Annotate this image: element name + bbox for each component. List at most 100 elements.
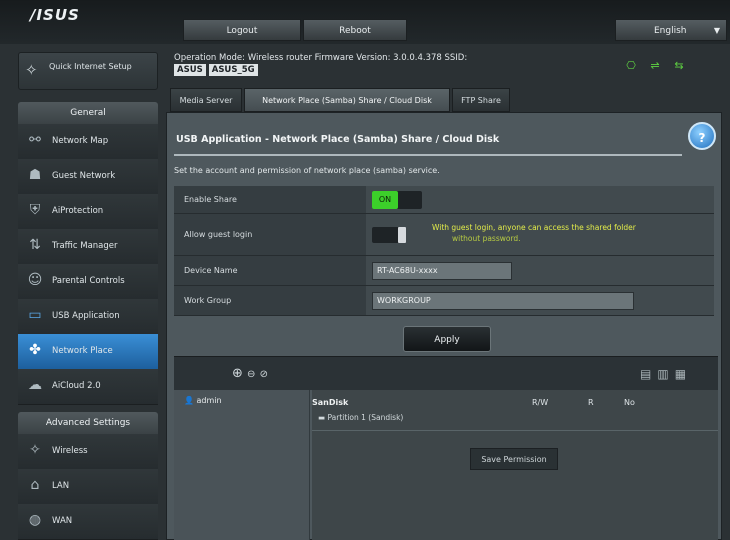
enable-share-row: Enable Share ON xyxy=(174,186,714,214)
quick-internet-setup-button[interactable]: ✧ Quick Internet Setup xyxy=(18,52,158,90)
parental-controls-icon: ☺ xyxy=(27,272,43,288)
sidebar-item-label: Guest Network xyxy=(52,171,116,181)
folder-name[interactable]: SanDisk xyxy=(312,398,348,407)
sidebar-item-label: AiProtection xyxy=(52,206,104,216)
usb-status-icon[interactable]: ⇌ xyxy=(646,60,664,72)
account-name: admin xyxy=(196,396,222,405)
folder-tools: ▤▥▦ xyxy=(640,367,692,381)
network-place-icon: ✤ xyxy=(29,342,41,358)
guest-login-row: Allow guest login With guest login, anyo… xyxy=(174,214,714,256)
guest-login-warning: With guest login, anyone can access the … xyxy=(432,222,652,244)
panel-title: USB Application - Network Place (Samba) … xyxy=(176,134,500,145)
wan-status-icon[interactable]: ⇆ xyxy=(670,60,688,72)
sidebar-item-guest-network[interactable]: ☗ Guest Network xyxy=(18,159,158,195)
permission-rw[interactable]: R/W xyxy=(532,398,548,407)
work-group-label: Work Group xyxy=(174,286,366,316)
account-list xyxy=(174,390,310,540)
edit-account-icon[interactable]: ⊘ xyxy=(260,369,268,380)
account-tools: ⊕ ⊖ ⊘ xyxy=(232,366,268,381)
sidebar-item-label: Parental Controls xyxy=(52,276,125,286)
sidebar-item-network-place[interactable]: ✤ Network Place xyxy=(18,334,158,370)
settings-form: Enable Share ON Allow guest login With g… xyxy=(174,186,714,316)
ssid-2[interactable]: ASUS_5G xyxy=(208,64,258,76)
help-icon[interactable]: ? xyxy=(688,122,716,150)
language-label: English xyxy=(654,26,687,36)
toggle-knob xyxy=(398,227,406,243)
sidebar-item-wan[interactable]: ◍ WAN xyxy=(18,504,158,540)
sidebar-item-traffic-manager[interactable]: ⇅ Traffic Manager xyxy=(18,229,158,265)
aiprotection-icon: ⛨ xyxy=(29,202,41,218)
wireless-icon: ✧ xyxy=(29,442,41,458)
remove-account-icon[interactable]: ⊖ xyxy=(247,369,255,380)
device-name-label: Device Name xyxy=(174,256,366,286)
operation-mode-info: Operation Mode: Wireless router Firmware… xyxy=(174,52,554,76)
sidebar-item-usb-application[interactable]: ▭ USB Application xyxy=(18,299,158,335)
sidebar-item-label: Wireless xyxy=(52,446,88,456)
panel-description: Set the account and permission of networ… xyxy=(174,166,440,175)
tab-ftp-share[interactable]: FTP Share xyxy=(452,88,510,112)
enable-share-label: Enable Share xyxy=(174,186,366,214)
language-select[interactable]: English ▼ xyxy=(615,19,727,41)
permission-no[interactable]: No xyxy=(624,398,635,407)
sidebar-item-label: AiCloud 2.0 xyxy=(52,381,101,391)
app-icon[interactable]: ⎔ xyxy=(622,60,640,72)
sidebar-item-network-map[interactable]: ⚯ Network Map xyxy=(18,124,158,160)
sidebar-item-wireless[interactable]: ✧ Wireless xyxy=(18,434,158,470)
partition-item[interactable]: ▬ Partition 1 (Sandisk) xyxy=(318,413,403,422)
sidebar-item-lan[interactable]: ⌂ LAN xyxy=(18,469,158,505)
ssid-1[interactable]: ASUS xyxy=(174,64,206,76)
tab-network-place-share[interactable]: Network Place (Samba) Share / Cloud Disk xyxy=(244,88,450,112)
sidebar-item-label: Traffic Manager xyxy=(52,241,118,251)
user-icon: 👤 xyxy=(184,396,194,405)
traffic-manager-icon: ⇅ xyxy=(29,237,41,253)
delete-folder-icon[interactable]: ▥ xyxy=(657,367,674,381)
lan-icon: ⌂ xyxy=(30,477,40,493)
usb-application-icon: ▭ xyxy=(28,307,42,323)
asus-logo[interactable]: /ISUS xyxy=(30,6,80,24)
sidebar-item-aicloud[interactable]: ☁ AiCloud 2.0 xyxy=(18,369,158,405)
general-header: General xyxy=(18,102,158,124)
chevron-down-icon: ▼ xyxy=(713,26,720,35)
quick-setup-label: Quick Internet Setup xyxy=(49,62,132,71)
logout-button[interactable]: Logout xyxy=(183,19,301,41)
save-permission-button[interactable]: Save Permission xyxy=(470,448,558,470)
device-name-input[interactable]: RT-AC68U-xxxx xyxy=(372,262,512,280)
status-icons: ⎔ ⇌ ⇆ xyxy=(622,60,726,76)
device-name-value-cell: RT-AC68U-xxxx xyxy=(366,256,714,286)
sidebar-item-label: Network Map xyxy=(52,136,109,146)
work-group-value-cell: WORKGROUP xyxy=(366,286,714,316)
edit-folder-icon[interactable]: ▦ xyxy=(675,367,692,381)
advanced-settings-header: Advanced Settings xyxy=(18,412,158,434)
permission-r[interactable]: R xyxy=(588,398,594,407)
sidebar-item-parental-controls[interactable]: ☺ Parental Controls xyxy=(18,264,158,300)
guest-login-label: Allow guest login xyxy=(174,214,366,256)
toggle-on-label: ON xyxy=(372,191,398,209)
enable-share-toggle[interactable]: ON xyxy=(372,191,422,209)
add-folder-icon[interactable]: ▤ xyxy=(640,367,657,381)
apply-button[interactable]: Apply xyxy=(403,326,491,352)
guest-network-icon: ☗ xyxy=(28,167,42,183)
list-divider xyxy=(312,430,718,431)
enable-share-value-cell: ON xyxy=(366,186,714,214)
work-group-row: Work Group WORKGROUP xyxy=(174,286,714,316)
sidebar-item-label: Network Place xyxy=(52,346,113,356)
sidebar-item-label: USB Application xyxy=(52,311,120,321)
warning-text: With guest login, anyone can access the … xyxy=(432,223,636,232)
account-item[interactable]: 👤 admin xyxy=(184,396,222,405)
add-account-icon[interactable]: ⊕ xyxy=(232,366,243,381)
guest-login-toggle[interactable] xyxy=(372,227,406,243)
work-group-input[interactable]: WORKGROUP xyxy=(372,292,634,310)
sidebar-item-label: LAN xyxy=(52,481,70,491)
reboot-button[interactable]: Reboot xyxy=(303,19,407,41)
sidebar-item-label: WAN xyxy=(52,516,73,526)
tab-media-server[interactable]: Media Server xyxy=(170,88,242,112)
network-map-icon: ⚯ xyxy=(29,132,41,148)
sidebar-item-aiprotection[interactable]: ⛨ AiProtection xyxy=(18,194,158,230)
wan-icon: ◍ xyxy=(28,512,42,528)
disk-icon: ▬ xyxy=(318,413,326,422)
device-name-row: Device Name RT-AC68U-xxxx xyxy=(174,256,714,286)
wand-icon: ✧ xyxy=(25,61,38,79)
partition-label: Partition 1 (Sandisk) xyxy=(327,413,404,422)
warning-text-2: without password. xyxy=(452,234,521,243)
operation-mode-text: Operation Mode: Wireless router Firmware… xyxy=(174,53,468,63)
